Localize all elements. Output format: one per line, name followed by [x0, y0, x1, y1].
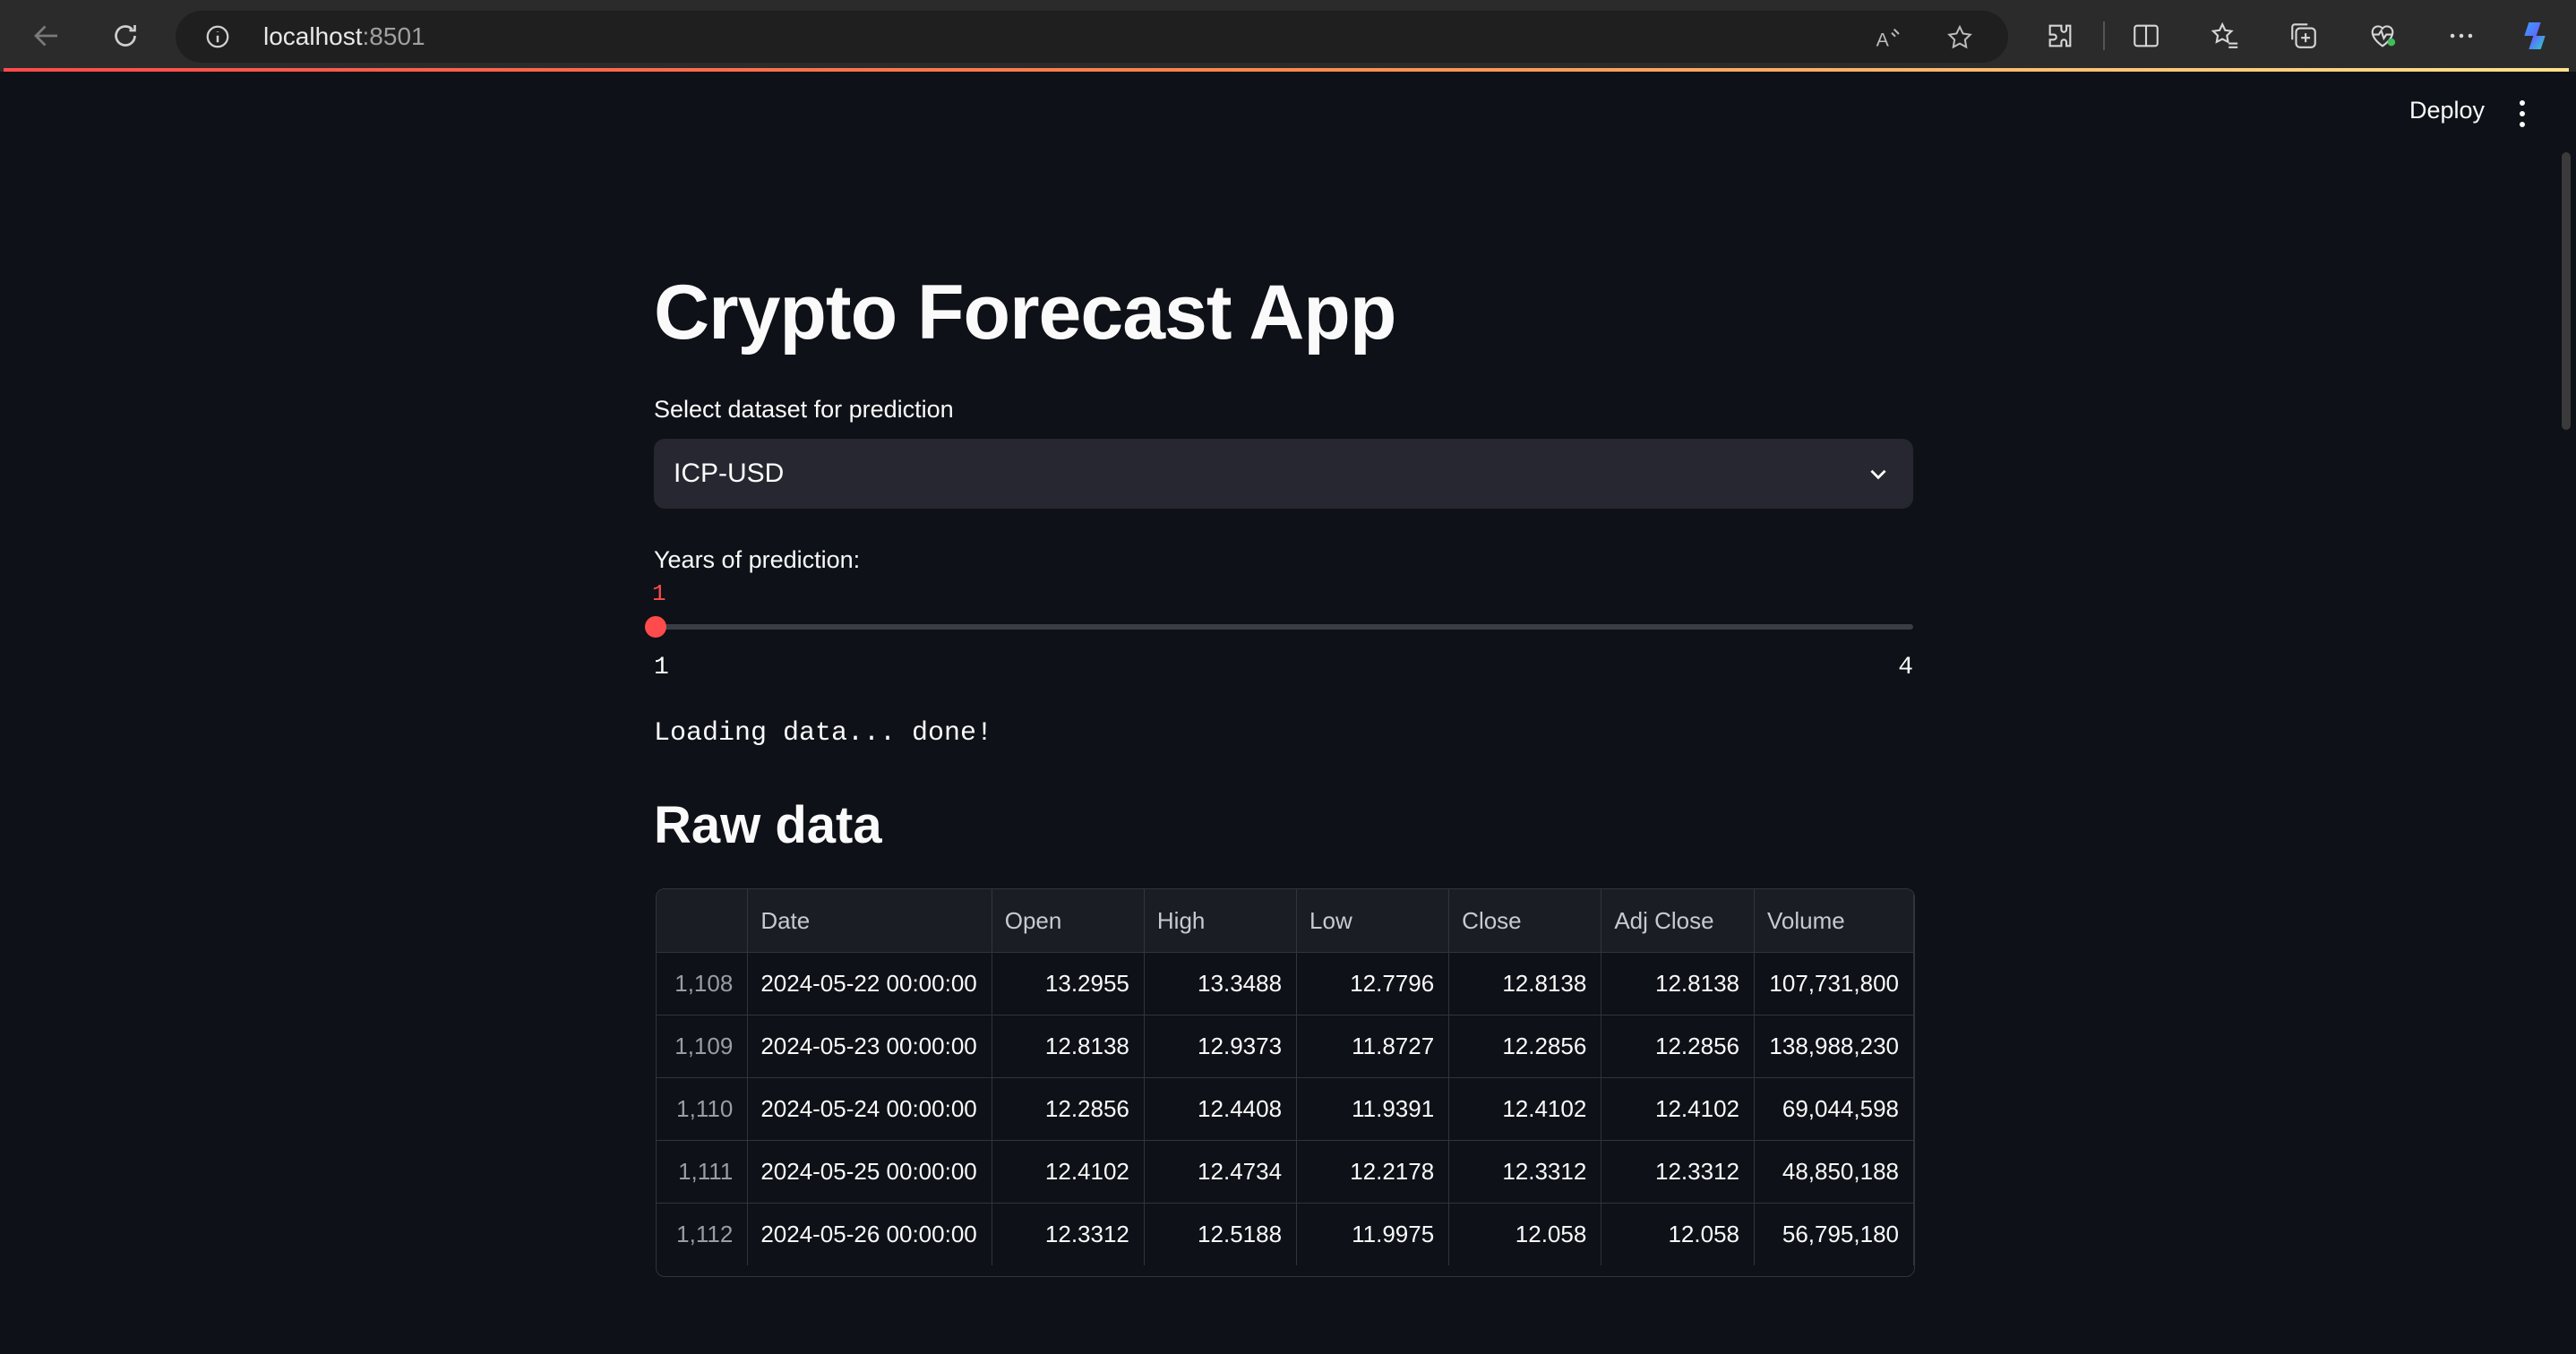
table-cell[interactable]: 12.2178	[1296, 1140, 1450, 1204]
table-cell[interactable]: 12.2856	[992, 1077, 1145, 1141]
table-row: 1,111 2024-05-25 00:00:00 12.4102 12.473…	[657, 1140, 1914, 1204]
favorite-star-icon[interactable]	[1945, 23, 1974, 52]
column-header[interactable]: Low	[1296, 889, 1450, 953]
toolbar-separator	[2103, 21, 2105, 50]
table-row: 1,112 2024-05-26 00:00:00 12.3312 12.518…	[657, 1203, 1914, 1265]
read-aloud-icon[interactable]: A	[1874, 23, 1902, 52]
table-cell[interactable]: 2024-05-25 00:00:00	[747, 1140, 992, 1204]
row-index-cell[interactable]: 1,112	[657, 1203, 749, 1265]
column-header[interactable]: Volume	[1754, 889, 1914, 953]
info-icon[interactable]	[204, 23, 231, 50]
raw-data-heading: Raw data	[654, 796, 882, 854]
row-index-cell[interactable]: 1,109	[657, 1015, 749, 1078]
table-row: 1,110 2024-05-24 00:00:00 12.2856 12.440…	[657, 1077, 1914, 1141]
table-row: 1,109 2024-05-23 00:00:00 12.8138 12.937…	[657, 1015, 1914, 1078]
collections-icon[interactable]	[2286, 18, 2322, 54]
table-cell[interactable]: 12.4102	[1448, 1077, 1602, 1141]
table-cell[interactable]: 12.2856	[1601, 1015, 1755, 1078]
loading-status-text: Loading data... done!	[654, 718, 993, 749]
back-arrow-icon[interactable]	[27, 16, 66, 56]
column-header[interactable]: Date	[747, 889, 992, 953]
table-cell[interactable]: 13.2955	[992, 952, 1145, 1016]
table-cell[interactable]: 12.5188	[1144, 1203, 1298, 1265]
streamlit-app: Deploy Crypto Forecast App Select datase…	[4, 72, 2571, 1354]
url-host: localhost	[263, 22, 363, 50]
browser-toolbar: localhost:8501 A	[0, 0, 2576, 72]
copilot-icon[interactable]	[2517, 18, 2553, 54]
years-slider-label: Years of prediction:	[654, 546, 861, 573]
svg-text:A: A	[1876, 29, 1890, 50]
url-text[interactable]: localhost:8501	[263, 21, 425, 52]
table-cell[interactable]: 69,044,598	[1754, 1077, 1914, 1141]
browser-essentials-icon[interactable]	[2365, 18, 2400, 54]
table-cell[interactable]: 12.4408	[1144, 1077, 1298, 1141]
years-slider-thumb[interactable]	[645, 616, 666, 638]
column-header[interactable]	[657, 889, 749, 953]
slider-max-label: 4	[1898, 654, 1913, 681]
table-cell[interactable]: 12.2856	[1448, 1015, 1602, 1078]
dataset-select-value: ICP-USD	[674, 458, 785, 488]
main-menu-icon[interactable]	[2517, 99, 2528, 129]
table-cell[interactable]: 12.3312	[1448, 1140, 1602, 1204]
table-cell[interactable]: 2024-05-22 00:00:00	[747, 952, 992, 1016]
dataset-select[interactable]: ICP-USD	[654, 439, 1913, 509]
slider-current-value: 1	[652, 580, 666, 607]
row-index-cell[interactable]: 1,111	[657, 1140, 749, 1204]
table-cell[interactable]: 13.3488	[1144, 952, 1298, 1016]
table-cell[interactable]: 2024-05-24 00:00:00	[747, 1077, 992, 1141]
page-scrollbar[interactable]	[2562, 152, 2571, 430]
table-cell[interactable]: 48,850,188	[1754, 1140, 1914, 1204]
column-header[interactable]: Open	[992, 889, 1145, 953]
table-cell[interactable]: 12.3312	[1601, 1140, 1755, 1204]
table-cell[interactable]: 12.058	[1448, 1203, 1602, 1265]
table-row: 1,108 2024-05-22 00:00:00 13.2955 13.348…	[657, 952, 1914, 1016]
table-cell[interactable]: 11.9391	[1296, 1077, 1450, 1141]
chevron-down-icon	[1867, 462, 1890, 485]
table-cell[interactable]: 138,988,230	[1754, 1015, 1914, 1078]
extensions-icon[interactable]	[2042, 18, 2078, 54]
row-index-cell[interactable]: 1,108	[657, 952, 749, 1016]
split-screen-icon[interactable]	[2128, 18, 2164, 54]
table-cell[interactable]: 12.4102	[992, 1140, 1145, 1204]
row-index-cell[interactable]: 1,110	[657, 1077, 749, 1141]
table-cell[interactable]: 12.058	[1601, 1203, 1755, 1265]
favorites-icon[interactable]	[2207, 18, 2243, 54]
raw-data-table[interactable]: Date Open High Low Close Adj Close Volum…	[656, 888, 1915, 1277]
table-header-row: Date Open High Low Close Adj Close Volum…	[657, 889, 1914, 953]
dataset-select-label: Select dataset for prediction	[654, 396, 954, 423]
page-title: Crypto Forecast App	[654, 270, 1396, 356]
refresh-icon[interactable]	[106, 16, 145, 56]
table-cell[interactable]: 12.4734	[1144, 1140, 1298, 1204]
years-slider-track[interactable]	[645, 616, 1913, 638]
column-header[interactable]: Adj Close	[1601, 889, 1755, 953]
table-cell[interactable]: 11.9975	[1296, 1203, 1450, 1265]
table-cell[interactable]: 12.8138	[1448, 952, 1602, 1016]
table-cell[interactable]: 12.8138	[1601, 952, 1755, 1016]
table-cell[interactable]: 11.8727	[1296, 1015, 1450, 1078]
column-header[interactable]: Close	[1448, 889, 1602, 953]
table-cell[interactable]: 56,795,180	[1754, 1203, 1914, 1265]
address-bar[interactable]: localhost:8501 A	[176, 11, 2008, 63]
table-cell[interactable]: 12.7796	[1296, 952, 1450, 1016]
deploy-button[interactable]: Deploy	[2409, 97, 2485, 124]
table-cell[interactable]: 12.8138	[992, 1015, 1145, 1078]
more-icon[interactable]	[2443, 18, 2479, 54]
table-cell[interactable]: 107,731,800	[1754, 952, 1914, 1016]
column-header[interactable]: High	[1144, 889, 1298, 953]
table-cell[interactable]: 12.9373	[1144, 1015, 1298, 1078]
table-cell[interactable]: 2024-05-26 00:00:00	[747, 1203, 992, 1265]
table-cell[interactable]: 12.3312	[992, 1203, 1145, 1265]
slider-min-label: 1	[654, 654, 669, 681]
url-port: :8501	[362, 22, 425, 50]
table-cell[interactable]: 2024-05-23 00:00:00	[747, 1015, 992, 1078]
table-cell[interactable]: 12.4102	[1601, 1077, 1755, 1141]
